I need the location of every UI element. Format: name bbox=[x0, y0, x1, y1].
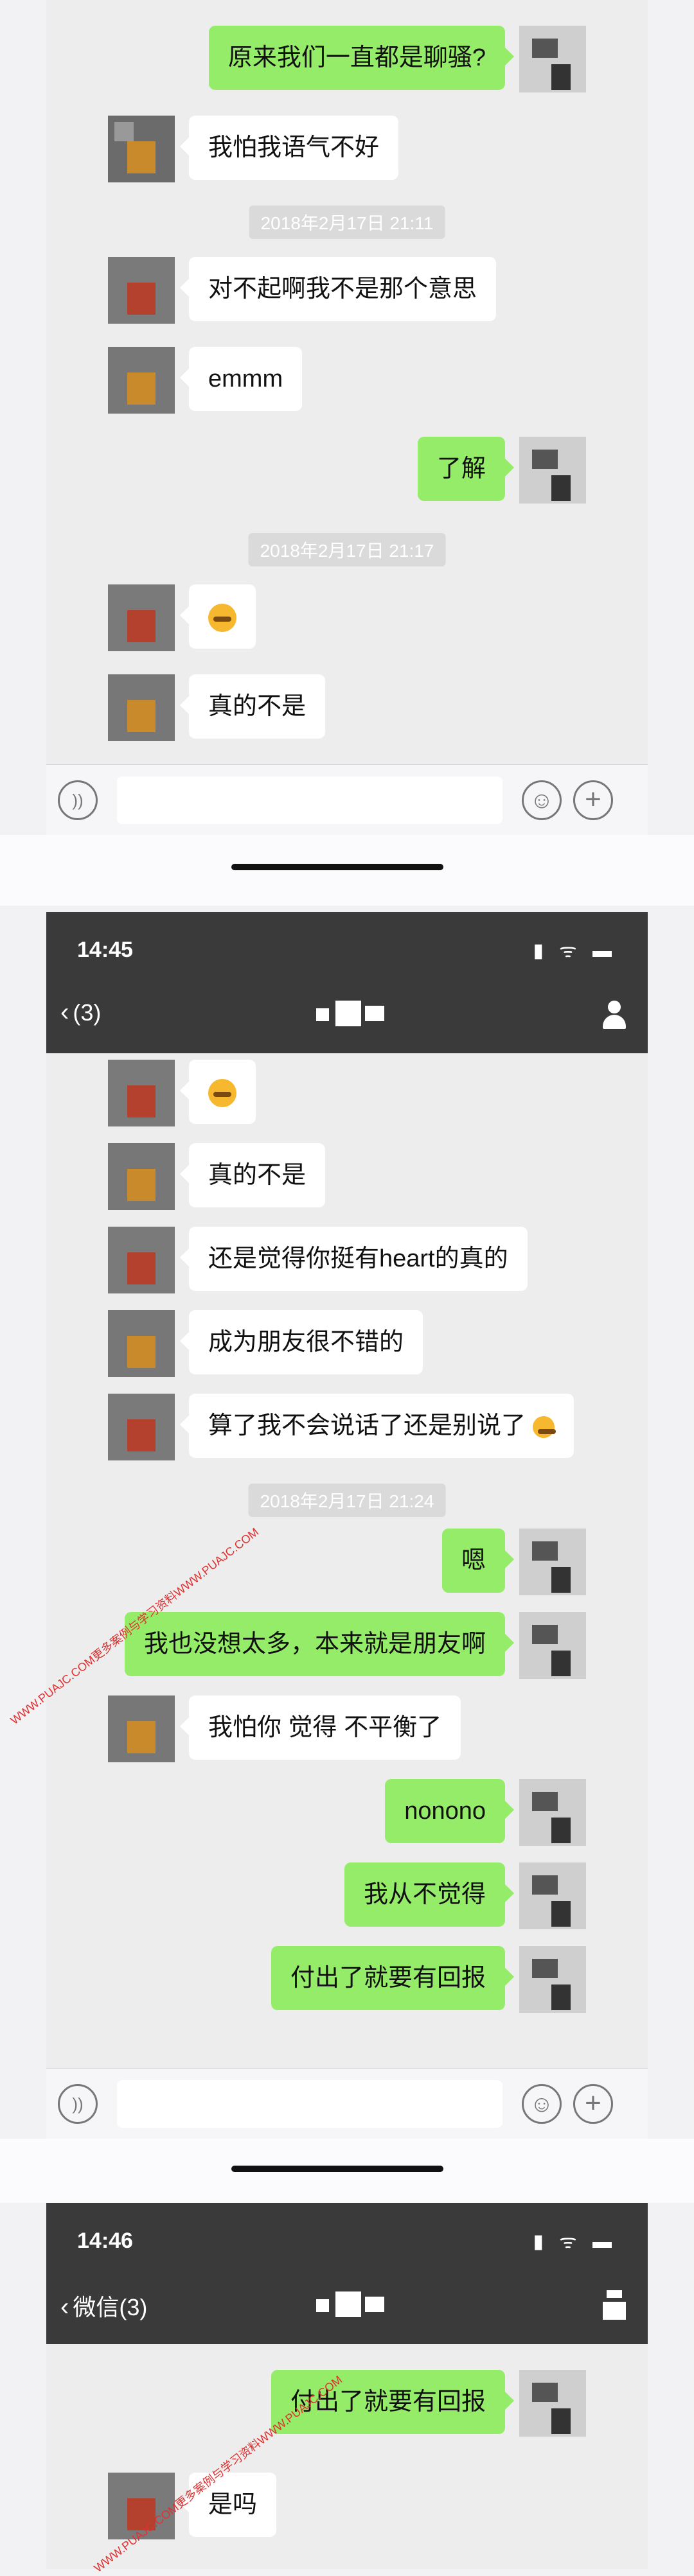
message-input[interactable] bbox=[117, 2080, 503, 2128]
chat-area-1[interactable]: 原来我们一直都是聊骚? 我怕我语气不好 2018年2月17日 21:11 对不起… bbox=[46, 0, 648, 835]
message-text[interactable]: 原来我们一直都是聊骚? bbox=[208, 26, 515, 90]
avatar[interactable] bbox=[519, 1612, 586, 1679]
message-received: 真的不是 bbox=[108, 1143, 339, 1210]
message-text[interactable]: nonono bbox=[385, 1779, 514, 1843]
message-received bbox=[108, 584, 270, 651]
back-button[interactable]: ‹ (3) bbox=[60, 998, 101, 1027]
message-text[interactable]: 我从不觉得 bbox=[344, 1862, 515, 1927]
message-sent: nonono bbox=[371, 1779, 586, 1846]
avatar[interactable] bbox=[108, 1060, 175, 1126]
message-received: emmm bbox=[108, 347, 316, 414]
home-indicator[interactable] bbox=[231, 2166, 443, 2172]
message-text[interactable]: 真的不是 bbox=[179, 674, 326, 739]
avatar[interactable] bbox=[519, 1779, 586, 1846]
emoji-icon[interactable]: ☺ bbox=[522, 780, 562, 820]
status-time: 14:45 bbox=[77, 938, 133, 962]
chat-title-obscured bbox=[316, 2291, 387, 2317]
status-icons: ▮ ᯤ ▬ bbox=[533, 940, 617, 961]
status-icons: ▮ ᯤ ▬ bbox=[533, 2231, 617, 2252]
avatar[interactable] bbox=[108, 674, 175, 741]
voice-icon[interactable]: )) bbox=[58, 780, 98, 820]
message-text: 算了我不会说话了还是别说了 bbox=[208, 1412, 526, 1439]
avatar[interactable] bbox=[519, 1862, 586, 1929]
chevron-left-icon: ‹ bbox=[60, 2293, 69, 2321]
input-bar: )) ☺ + bbox=[46, 2068, 648, 2139]
message-received: 我怕我语气不好 bbox=[108, 116, 413, 182]
message-sent: 我从不觉得 bbox=[330, 1862, 586, 1929]
home-indicator[interactable] bbox=[231, 864, 443, 870]
message-received: 还是觉得你挺有heart的真的 bbox=[108, 1227, 542, 1293]
avatar[interactable] bbox=[108, 1695, 175, 1762]
back-label: 微信(3) bbox=[73, 2294, 148, 2320]
emoji-icon[interactable]: ☺ bbox=[522, 2084, 562, 2124]
message-input[interactable] bbox=[117, 776, 503, 824]
message-with-emoji[interactable]: 算了我不会说话了还是别说了 bbox=[180, 1394, 574, 1458]
screen-gap bbox=[0, 835, 694, 906]
message-text[interactable]: 了解 bbox=[417, 437, 515, 501]
avatar[interactable] bbox=[108, 584, 175, 651]
timestamp: 2018年2月17日 21:17 bbox=[248, 533, 446, 566]
emoji-message[interactable] bbox=[180, 584, 256, 649]
avatar[interactable] bbox=[108, 347, 175, 414]
sweat-smile-icon bbox=[208, 1078, 236, 1107]
awkward-icon bbox=[532, 1415, 556, 1438]
avatar[interactable] bbox=[519, 2370, 586, 2437]
sweat-smile-icon bbox=[208, 603, 236, 632]
message-received: 算了我不会说话了还是别说了 bbox=[108, 1394, 588, 1460]
message-sent: 嗯 bbox=[428, 1529, 586, 1595]
message-text[interactable]: 对不起啊我不是那个意思 bbox=[179, 257, 497, 321]
message-text[interactable]: 还是觉得你挺有heart的真的 bbox=[180, 1227, 528, 1291]
chat-info-icon[interactable] bbox=[600, 995, 628, 1031]
message-text[interactable]: 付出了就要有回报 bbox=[271, 1946, 515, 2010]
message-received: 对不起啊我不是那个意思 bbox=[108, 257, 510, 324]
message-received bbox=[108, 1060, 270, 1126]
voice-icon[interactable]: )) bbox=[58, 2084, 98, 2124]
message-text[interactable]: emmm bbox=[179, 347, 303, 411]
avatar[interactable] bbox=[519, 1946, 586, 2013]
input-bar: )) ☺ + bbox=[46, 764, 648, 836]
avatar[interactable] bbox=[519, 437, 586, 504]
nav-bar: ‹ 微信(3) bbox=[46, 2267, 648, 2344]
message-received: 成为朋友很不错的 bbox=[108, 1310, 437, 1377]
back-button[interactable]: ‹ 微信(3) bbox=[60, 2289, 147, 2322]
avatar[interactable] bbox=[519, 26, 586, 92]
chat-area-2[interactable]: 真的不是 还是觉得你挺有heart的真的 成为朋友很不错的 算了我不会说话了还是… bbox=[46, 1053, 648, 2068]
avatar[interactable] bbox=[108, 1143, 175, 1210]
status-bar: 14:46 ▮ ᯤ ▬ bbox=[46, 2203, 648, 2267]
emoji-message[interactable] bbox=[180, 1060, 256, 1124]
chevron-left-icon: ‹ bbox=[60, 998, 69, 1026]
status-bar: 14:45 ▮ ᯤ ▬ bbox=[46, 912, 648, 976]
message-sent: 原来我们一直都是聊骚? bbox=[195, 26, 586, 92]
avatar[interactable] bbox=[108, 1394, 175, 1460]
back-label: (3) bbox=[73, 999, 102, 1026]
message-text[interactable]: 我也没想太多，本来就是朋友啊 bbox=[124, 1612, 515, 1676]
message-sent: 付出了就要有回报 bbox=[257, 1946, 586, 2013]
message-text[interactable]: 真的不是 bbox=[179, 1143, 326, 1207]
message-text[interactable]: 嗯 bbox=[441, 1529, 515, 1593]
message-text[interactable]: 我怕我语气不好 bbox=[179, 116, 399, 180]
avatar[interactable] bbox=[108, 1227, 175, 1293]
avatar[interactable] bbox=[108, 116, 175, 182]
message-sent: 我也没想太多，本来就是朋友啊 bbox=[111, 1612, 586, 1679]
plus-icon[interactable]: + bbox=[573, 2084, 613, 2124]
status-time: 14:46 bbox=[77, 2229, 133, 2253]
avatar[interactable] bbox=[108, 1310, 175, 1377]
nav-bar: ‹ (3) bbox=[46, 976, 648, 1053]
message-sent: 了解 bbox=[404, 437, 586, 504]
timestamp: 2018年2月17日 21:24 bbox=[248, 1484, 446, 1517]
chat-title-obscured bbox=[316, 1001, 387, 1026]
timestamp: 2018年2月17日 21:11 bbox=[249, 206, 445, 239]
message-received: 真的不是 bbox=[108, 674, 339, 741]
message-text[interactable]: 我怕你 觉得 不平衡了 bbox=[179, 1695, 461, 1760]
chat-info-icon[interactable] bbox=[600, 2286, 628, 2322]
plus-icon[interactable]: + bbox=[573, 780, 613, 820]
avatar[interactable] bbox=[519, 1529, 586, 1595]
message-received: 我怕你 觉得 不平衡了 bbox=[108, 1695, 475, 1762]
message-text[interactable]: 成为朋友很不错的 bbox=[179, 1310, 423, 1374]
avatar[interactable] bbox=[108, 257, 175, 324]
